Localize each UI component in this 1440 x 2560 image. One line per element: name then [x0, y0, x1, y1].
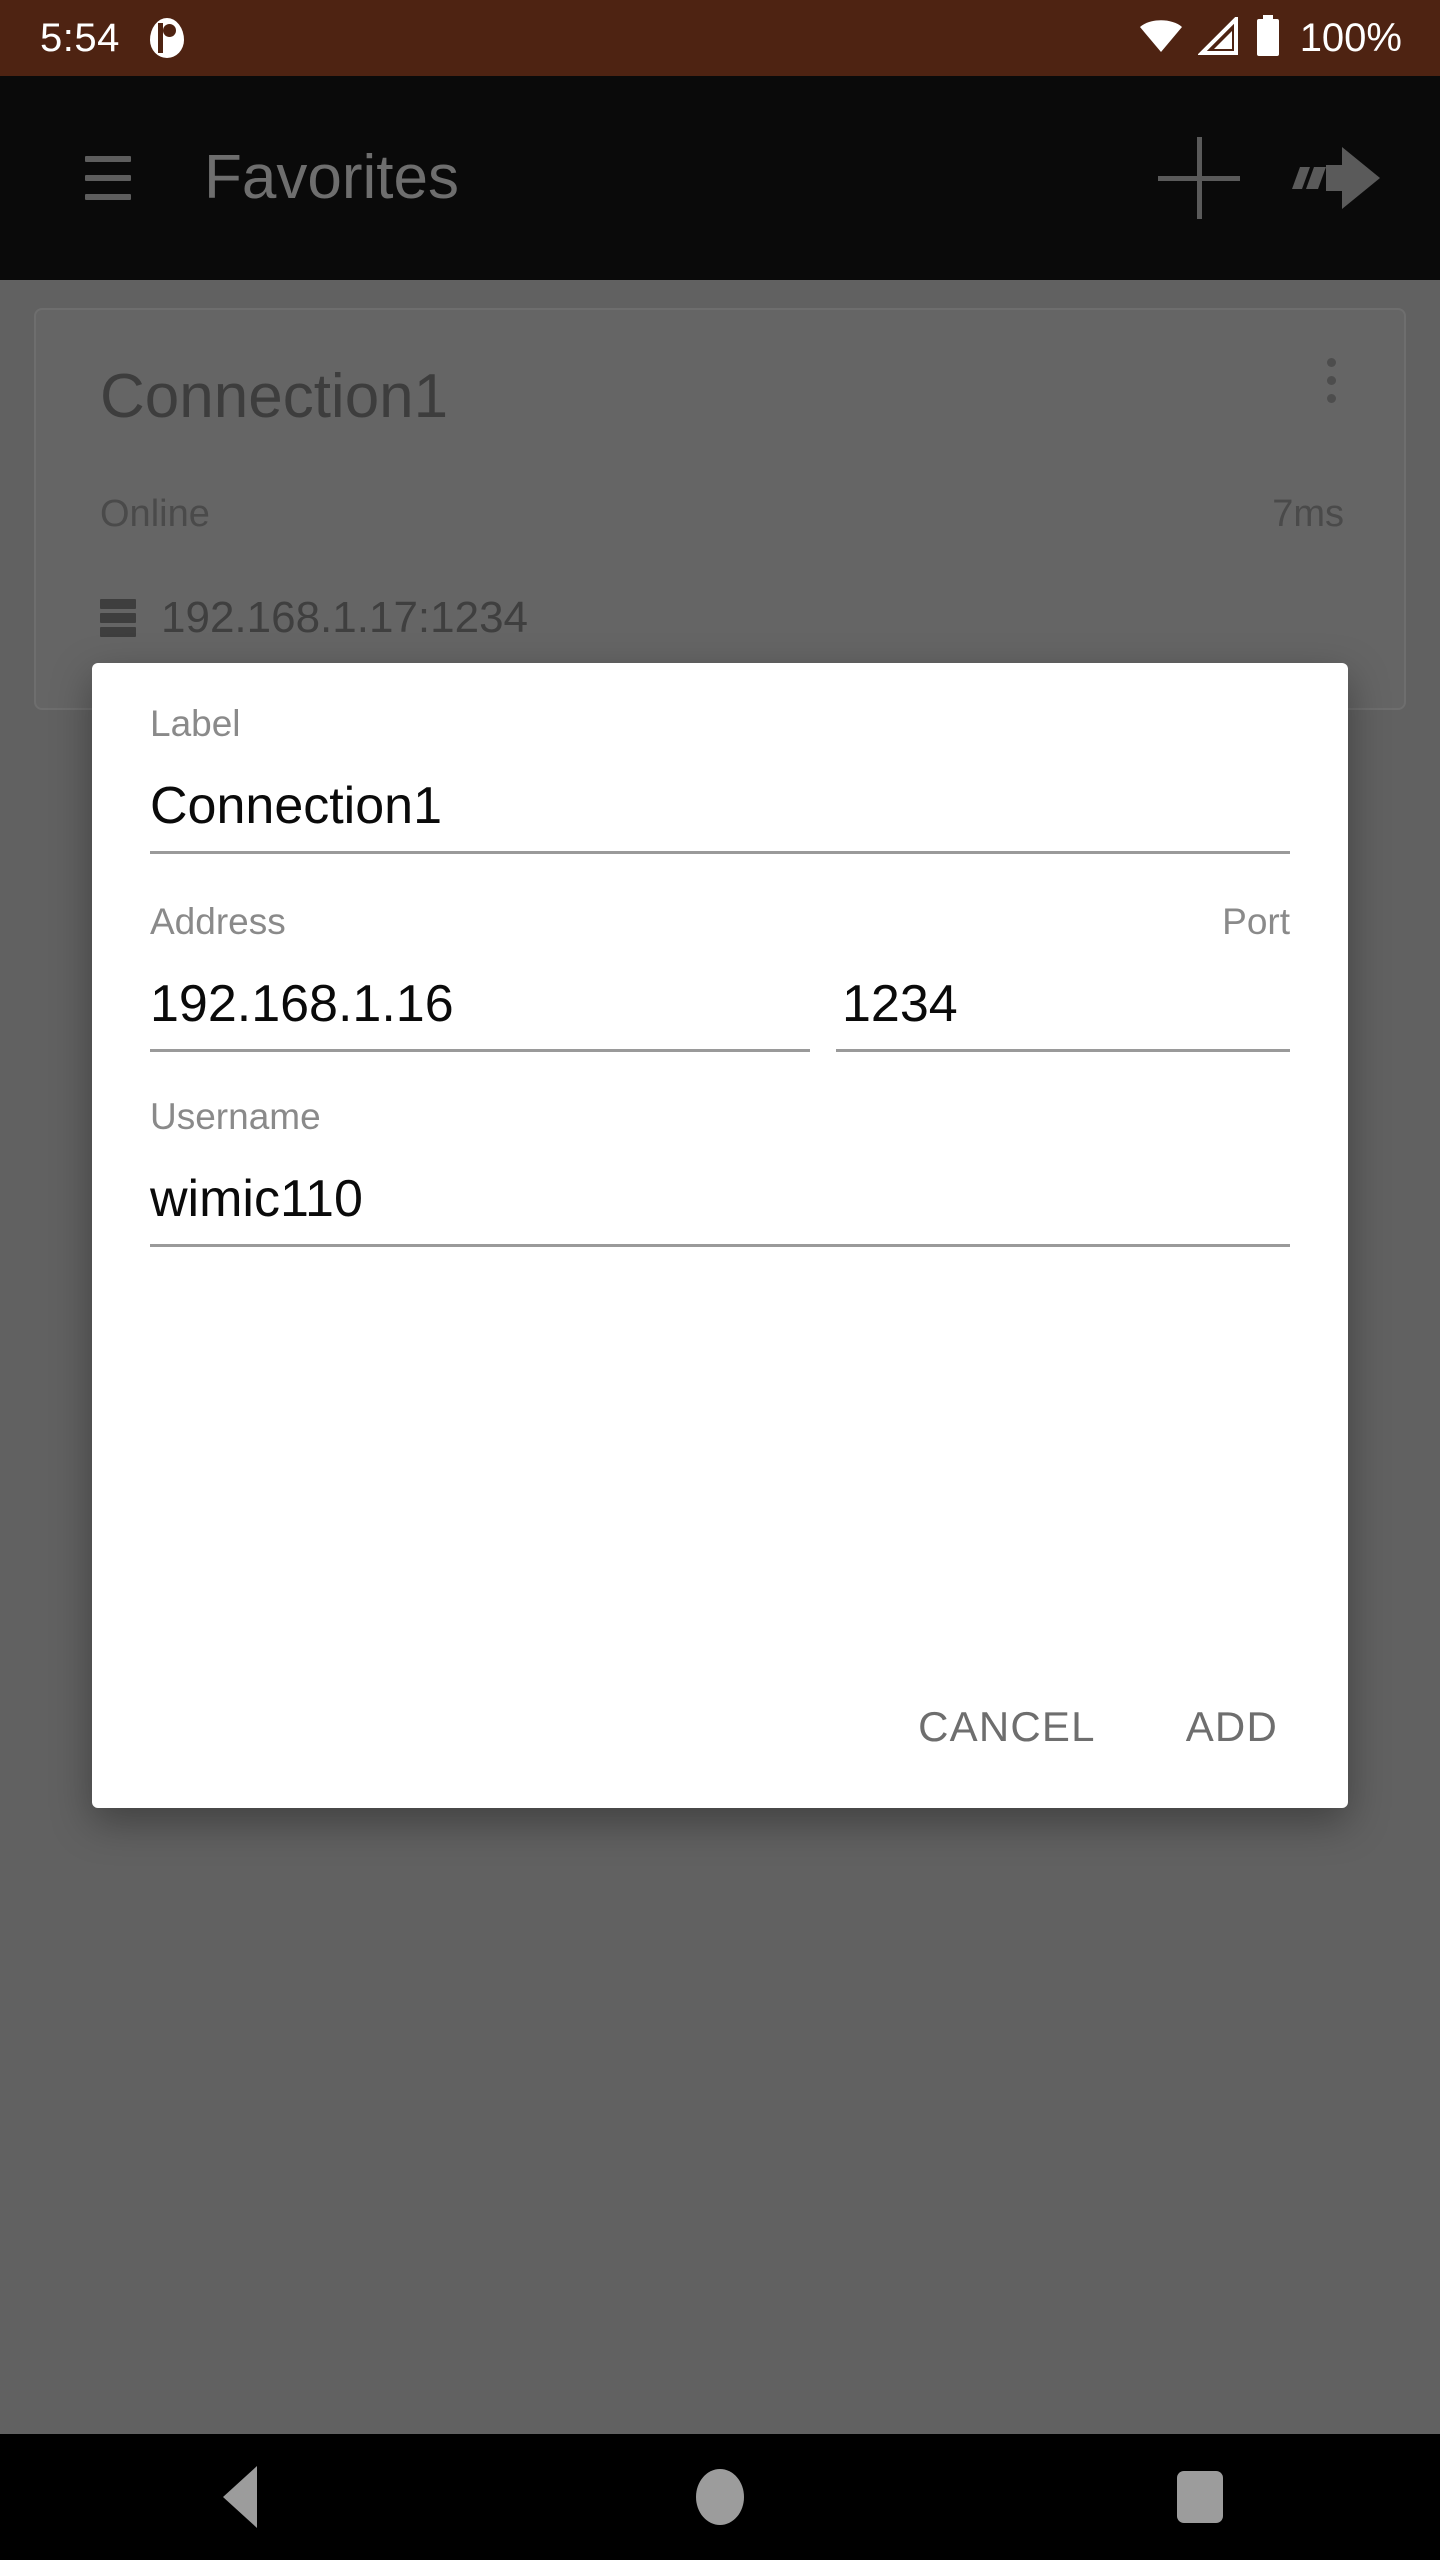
fast-forward-arrow-icon[interactable]	[1292, 138, 1388, 218]
battery-full-icon	[1254, 14, 1282, 62]
label-field-input[interactable]: Connection1	[150, 780, 1290, 832]
phone-screen: 5:54 100% Favorites Connection1 Online 7…	[0, 0, 1440, 2560]
port-field-input[interactable]: 1234	[836, 978, 1290, 1030]
username-field-input[interactable]: wimic110	[150, 1173, 1290, 1225]
app-bar: Favorites	[0, 76, 1440, 280]
status-clock: 5:54	[40, 16, 120, 60]
server-stack-bar-2	[100, 613, 136, 623]
nav-home-button[interactable]	[480, 2434, 960, 2560]
add-button[interactable]: ADD	[1174, 1692, 1290, 1762]
label-field-label: Label	[150, 703, 241, 744]
app-notification-icon-stem	[157, 23, 163, 53]
hamburger-line-3	[85, 194, 131, 200]
status-bar: 5:54 100%	[0, 0, 1440, 76]
plus-icon[interactable]	[1154, 133, 1244, 223]
connection-address-label: 192.168.1.17:1234	[161, 593, 529, 642]
page-title: Favorites	[204, 143, 459, 212]
more-dot-2	[1327, 376, 1336, 385]
nav-back-button[interactable]	[0, 2434, 480, 2560]
hamburger-menu-icon[interactable]	[48, 118, 168, 238]
username-field-label: Username	[150, 1096, 321, 1137]
cancel-button[interactable]: CANCEL	[906, 1692, 1108, 1762]
app-notification-icon-dot	[162, 24, 176, 37]
app-notification-icon	[149, 18, 184, 58]
username-field-underline	[150, 1244, 1290, 1247]
address-field-input[interactable]: 192.168.1.16	[150, 978, 810, 1030]
server-stack-icon	[100, 599, 136, 637]
nav-home-circle-icon	[696, 2469, 744, 2525]
address-port-row: Address 192.168.1.16 Port 1234	[150, 903, 1290, 1052]
plus-icon-vertical	[1197, 137, 1202, 219]
port-field-group: Port 1234	[836, 903, 1290, 1052]
connection-latency-label: 7ms	[1272, 493, 1344, 535]
address-field-label: Address	[150, 901, 286, 942]
connection-status-label: Online	[100, 493, 210, 535]
connection-card[interactable]: Connection1 Online 7ms 192.168.1.17:1234	[34, 308, 1406, 710]
address-field-underline	[150, 1049, 810, 1052]
server-stack-bar-3	[100, 627, 136, 637]
app-bar-actions	[1154, 133, 1440, 223]
cellular-signal-icon	[1196, 13, 1240, 60]
more-vertical-icon[interactable]	[1327, 358, 1336, 403]
edit-connection-dialog: Label Connection1 Address 192.168.1.16 P…	[92, 663, 1348, 1808]
nav-recents-square-icon	[1177, 2471, 1223, 2523]
connection-card-title: Connection1	[100, 362, 449, 431]
battery-percent-label: 100%	[1299, 16, 1402, 60]
more-dot-3	[1327, 394, 1336, 403]
address-field-group: Address 192.168.1.16	[150, 903, 810, 1052]
nav-back-triangle-icon	[223, 2466, 257, 2528]
server-stack-bar-1	[100, 599, 136, 609]
port-field-underline	[836, 1049, 1290, 1052]
label-field-group: Label Connection1	[150, 705, 1290, 854]
more-dot-1	[1327, 358, 1336, 367]
connection-address-row: 192.168.1.17:1234	[100, 596, 528, 640]
port-field-label: Port	[1222, 901, 1290, 942]
label-field-underline	[150, 851, 1290, 854]
nav-recents-button[interactable]	[960, 2434, 1440, 2560]
wifi-icon	[1138, 18, 1184, 59]
android-navigation-bar	[0, 2434, 1440, 2560]
dialog-action-buttons: CANCEL ADD	[906, 1692, 1290, 1762]
hamburger-line-2	[85, 175, 131, 181]
status-bar-indicators: 100%	[1138, 13, 1402, 62]
hamburger-line-1	[85, 156, 131, 162]
username-field-group: Username wimic110	[150, 1098, 1290, 1247]
